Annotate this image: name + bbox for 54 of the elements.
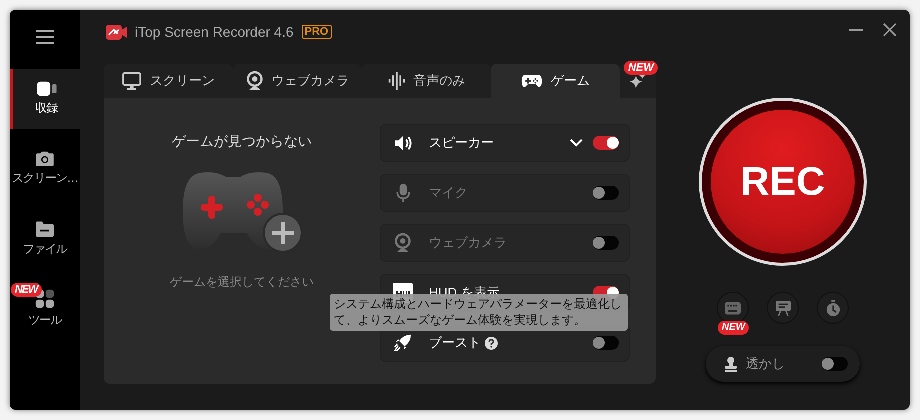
sidebar-item[interactable]: スクリーン…	[10, 139, 80, 199]
tooltip: システム構成とハードウェアパラメーターを最適化して、よりスムーズなゲーム体験を実現します。	[330, 294, 628, 331]
tab[interactable]: 音声のみ	[362, 64, 491, 98]
new-badge: NEW	[624, 61, 658, 75]
source-label: スピーカー	[429, 134, 494, 152]
tab[interactable]: スクリーン	[104, 64, 233, 98]
sparkle-icon	[629, 72, 647, 90]
tab[interactable]: ウェブカメラ	[233, 64, 362, 98]
tool-button[interactable]	[767, 292, 799, 324]
tab[interactable]: NEW	[620, 64, 656, 98]
source-label: マイク	[429, 184, 468, 202]
camera-icon	[35, 151, 55, 167]
stamp-icon	[724, 356, 738, 372]
gamepad-icon	[521, 74, 543, 88]
tab[interactable]: ゲーム	[491, 64, 620, 98]
toggle-switch[interactable]	[822, 357, 848, 371]
new-badge: NEW	[718, 321, 750, 335]
folder-icon	[35, 220, 55, 238]
tool-button[interactable]	[717, 292, 749, 324]
screen-board-icon	[776, 300, 790, 316]
toggle-switch[interactable]	[593, 336, 619, 350]
sound-wave-icon	[388, 72, 406, 90]
app-title: iTop Screen Recorder 4.6	[135, 24, 294, 40]
new-badge: NEW	[11, 283, 42, 297]
menu-icon	[36, 30, 54, 44]
caret-icon[interactable]	[570, 139, 583, 147]
select-game-hint: ゲームを選択してください	[170, 274, 314, 291]
source-label: ウェブカメラ	[429, 234, 507, 252]
menu-button[interactable]	[33, 27, 57, 47]
stopwatch-icon	[826, 300, 840, 316]
no-game-message: ゲームが見つからない	[172, 133, 312, 151]
record-button[interactable]: REC	[699, 98, 867, 266]
sidebar-item[interactable]: NEW ツール	[10, 279, 80, 339]
webcam-icon	[246, 71, 264, 91]
monitor-icon	[122, 72, 142, 90]
close-button[interactable]	[882, 22, 898, 38]
gamepad-add-icon	[181, 171, 303, 253]
microphone-icon	[396, 183, 410, 203]
speaker-icon	[394, 134, 412, 152]
toggle-switch[interactable]	[593, 136, 619, 150]
help-icon[interactable]	[485, 336, 498, 350]
keyboard-icon	[725, 302, 741, 314]
close-icon	[883, 23, 897, 37]
watermark-label: 透かし	[746, 355, 785, 373]
webcam-icon	[394, 233, 412, 253]
source-label: ブースト	[429, 334, 481, 352]
sidebar-item[interactable]: ファイル	[10, 209, 80, 269]
rocket-icon	[394, 334, 412, 352]
video-camera-icon	[36, 81, 58, 97]
minimize-icon	[849, 29, 863, 31]
tool-button[interactable]	[817, 292, 849, 324]
sidebar-item[interactable]: 収録	[10, 69, 80, 129]
logo-icon	[106, 24, 127, 40]
pro-badge: PRO	[302, 25, 332, 39]
